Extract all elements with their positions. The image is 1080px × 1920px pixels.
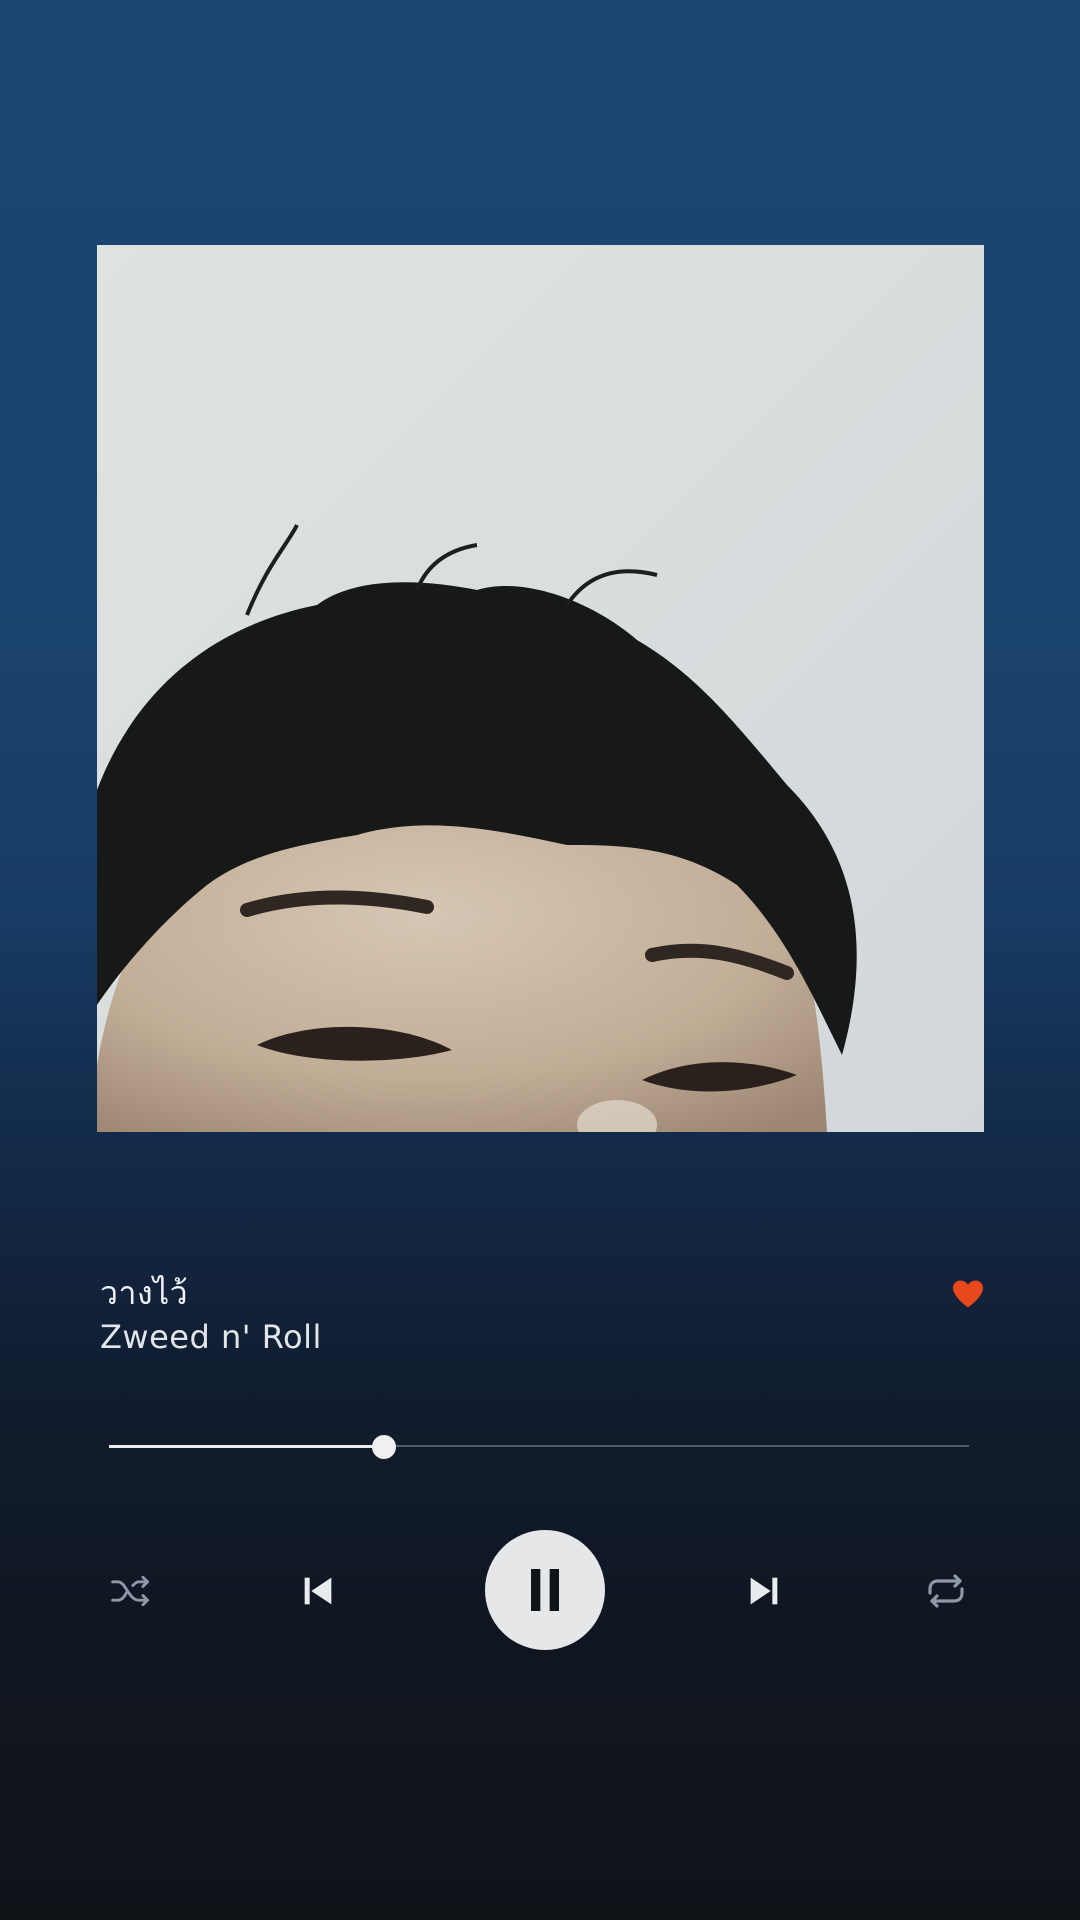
now-playing-screen: วางไว้ Zweed n' Roll — [0, 0, 1080, 1920]
skip-next-icon — [750, 1577, 778, 1605]
skip-previous-icon — [304, 1577, 332, 1605]
shuffle-icon — [111, 1575, 149, 1607]
next-button[interactable] — [739, 1566, 789, 1616]
album-art-photo — [97, 245, 984, 1132]
pause-icon — [531, 1569, 559, 1611]
shuffle-button[interactable] — [106, 1566, 156, 1616]
album-art — [97, 245, 984, 1132]
seek-bar-thumb[interactable] — [372, 1435, 397, 1459]
like-button[interactable] — [950, 1276, 986, 1312]
previous-button[interactable] — [293, 1566, 343, 1616]
seek-bar[interactable] — [109, 1430, 969, 1464]
repeat-icon — [928, 1574, 964, 1608]
repeat-button[interactable] — [919, 1566, 973, 1616]
track-artist[interactable]: Zweed n' Roll — [100, 1318, 322, 1356]
seek-bar-fill — [109, 1445, 385, 1448]
heart-icon — [953, 1280, 983, 1308]
track-title: วางไว้ — [100, 1274, 189, 1312]
play-pause-button[interactable] — [485, 1530, 605, 1650]
